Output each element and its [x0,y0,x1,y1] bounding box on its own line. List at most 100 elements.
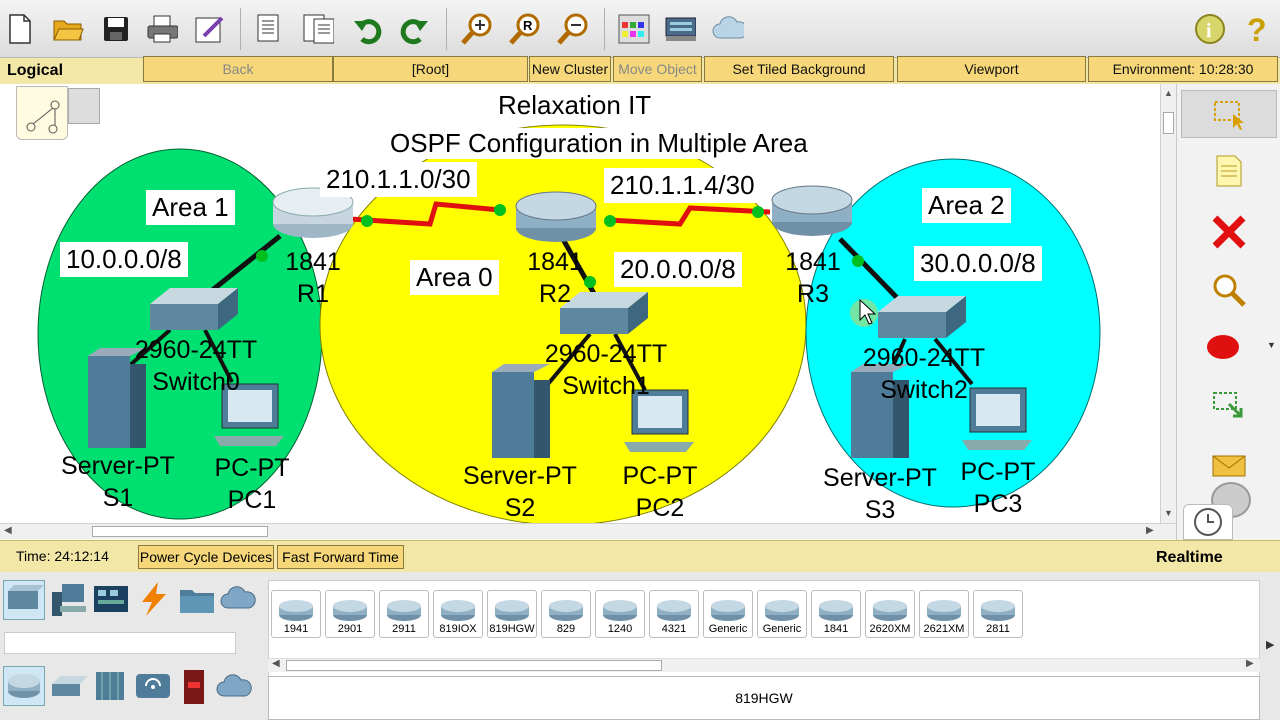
zoom-out-icon[interactable] [556,12,588,46]
draw-ellipse-tool-icon[interactable] [1205,332,1241,367]
undo-icon[interactable] [352,12,384,46]
info-icon[interactable]: i [1194,12,1226,46]
delete-tool-icon[interactable] [1211,214,1247,255]
device-tile[interactable]: 819HGW [487,590,537,638]
viewport-button[interactable]: Viewport [897,56,1086,82]
open-folder-icon[interactable] [52,12,84,46]
device-tile[interactable]: 1841 [811,590,861,638]
server-s3-label[interactable]: Server-PT S3 [812,462,948,523]
print-icon[interactable] [146,12,178,46]
custom-device-icon[interactable] [664,12,696,46]
add-pdu-icon[interactable] [1211,454,1247,483]
logical-tab[interactable]: Logical [0,58,142,84]
server-s2-label[interactable]: Server-PT S2 [452,460,588,523]
device-tile[interactable]: 819IOX [433,590,483,638]
simulation-time: Time: 24:12:14 [16,548,109,564]
inspect-tool-icon[interactable] [1211,272,1247,313]
save-icon[interactable] [100,12,132,46]
device-list-scroll-thumb[interactable] [286,660,662,671]
router-r3-label[interactable]: 1841 R3 [778,246,848,310]
logical-workspace-canvas[interactable]: Relaxation IT OSPF Configuration in Mult… [0,84,1160,523]
hubs-subcategory-icon[interactable] [92,668,128,709]
common-tools-panel: ▼ [1176,84,1280,540]
zoom-in-icon[interactable] [460,12,492,46]
note-tool-icon[interactable] [1213,154,1245,193]
device-tile[interactable]: 2911 [379,590,429,638]
help-icon[interactable]: ? [1242,12,1274,46]
area0-label: Area 0 [410,260,499,295]
router-r2-icon [515,191,597,242]
switch2-icon [878,296,966,338]
diagram-title: Relaxation IT [496,90,654,121]
device-tile[interactable]: 1941 [271,590,321,638]
select-tool-icon[interactable] [1181,90,1277,138]
canvas-vertical-scrollbar[interactable]: ▲ ▼ [1160,84,1176,523]
server-s1-label[interactable]: Server-PT S1 [50,450,186,514]
miscellaneous-category-icon[interactable] [178,580,216,623]
switch0-label[interactable]: 2960-24TT Switch0 [118,334,274,398]
device-tile[interactable]: 2811 [973,590,1023,638]
device-tile[interactable]: Generic [703,590,753,638]
device-list-scrollbar[interactable]: ◀ ▶ [268,658,1260,672]
horizontal-scroll-thumb[interactable] [92,526,268,537]
switch0-icon [150,288,238,330]
multiuser-connection-category-icon[interactable] [220,584,260,619]
area2-label: Area 2 [922,188,1011,223]
resize-tool-icon[interactable] [1211,390,1247,427]
redo-icon[interactable] [398,12,430,46]
svg-text:R: R [523,18,533,33]
area1-label: Area 1 [146,190,235,225]
category-name-field [4,632,236,654]
router-r2-label[interactable]: 1841 R2 [520,246,590,310]
switch1-label[interactable]: 2960-24TT Switch1 [528,338,684,402]
device-tile[interactable]: 4321 [649,590,699,638]
chevron-down-icon[interactable]: ▼ [1267,340,1276,350]
cloud-icon[interactable] [712,12,744,46]
back-button[interactable]: Back [143,56,333,82]
root-button[interactable]: [Root] [333,56,528,82]
pc1-label[interactable]: PC-PT PC1 [206,452,298,516]
svg-text:i: i [1206,20,1212,42]
palette-icon[interactable] [618,12,650,46]
security-subcategory-icon[interactable] [182,668,206,711]
diagram-subtitle: OSPF Configuration in Multiple Area [388,128,810,159]
environment-button[interactable]: Environment: 10:28:30 [1088,56,1278,82]
canvas-horizontal-scrollbar[interactable]: ◀ ▶ [0,523,1176,539]
copy-icon[interactable] [254,12,286,46]
routers-subcategory-icon[interactable] [3,666,45,706]
link-label-r2-r3: 210.1.1.4/30 [604,168,761,203]
new-file-icon[interactable] [4,12,36,46]
device-panel-scroll-right-icon[interactable]: ▶ [1266,638,1274,651]
end-devices-category-icon[interactable] [48,580,88,623]
zoom-reset-icon[interactable]: R [508,12,540,46]
device-tile[interactable]: 829 [541,590,591,638]
device-tile[interactable]: Generic [757,590,807,638]
router-r3-icon [771,185,853,236]
new-cluster-button[interactable]: New Cluster [529,56,611,82]
vertical-scroll-thumb[interactable] [1163,112,1174,134]
pc2-label[interactable]: PC-PT PC2 [614,460,706,523]
switch2-label[interactable]: 2960-24TT Switch2 [846,342,1002,406]
device-tile[interactable]: 2901 [325,590,375,638]
connections-category-icon[interactable] [134,580,172,623]
pc3-label[interactable]: PC-PT PC3 [952,456,1044,520]
wan-emulation-subcategory-icon[interactable] [216,672,256,707]
switches-subcategory-icon[interactable] [48,672,88,707]
logical-view-icon[interactable] [16,86,68,140]
move-object-button[interactable]: Move Object [613,56,702,82]
network-devices-category-icon[interactable] [3,580,45,620]
paste-icon[interactable] [302,12,334,46]
set-tiled-background-button[interactable]: Set Tiled Background [704,56,894,82]
wireless-devices-subcategory-icon[interactable] [134,670,172,707]
device-tile[interactable]: 2621XM [919,590,969,638]
router-r1-label[interactable]: 1841 R1 [278,246,348,310]
device-tile[interactable]: 2620XM [865,590,915,638]
activity-wizard-icon[interactable] [194,12,226,46]
components-category-icon[interactable] [92,580,130,623]
fast-forward-time-button[interactable]: Fast Forward Time [277,545,404,569]
power-cycle-devices-button[interactable]: Power Cycle Devices [138,545,274,569]
realtime-clock-icon[interactable] [1183,504,1233,540]
device-tile[interactable]: 1240 [595,590,645,638]
realtime-mode-label[interactable]: Realtime [1156,549,1223,567]
area0-network-label: 20.0.0.0/8 [614,252,742,287]
